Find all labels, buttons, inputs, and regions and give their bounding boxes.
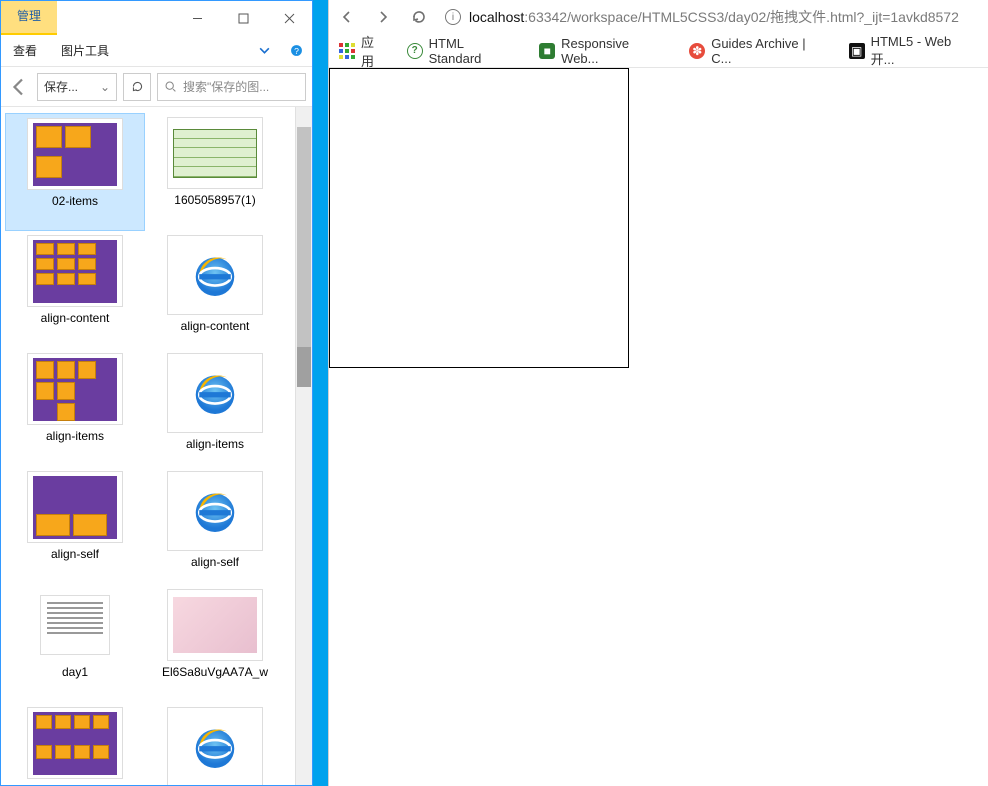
maximize-button[interactable]	[220, 1, 266, 35]
files-pane: 02-items 1605058957(1) align-content align-…	[1, 107, 312, 785]
reload-button[interactable]	[409, 7, 429, 27]
minimize-button[interactable]	[174, 1, 220, 35]
ribbon-tab-view[interactable]: 查看	[1, 42, 49, 59]
bookmark-html5-web[interactable]: ▣ HTML5 - Web 开...	[849, 34, 978, 68]
bookmark-html-standard[interactable]: HTML Standard	[407, 36, 520, 66]
file-item[interactable]: align-self	[145, 467, 285, 585]
file-thumbnail	[27, 118, 123, 190]
chevron-down-icon: ⌄	[100, 80, 110, 94]
nav-back-icon[interactable]	[7, 75, 31, 99]
file-item[interactable]: align-self	[5, 467, 145, 585]
file-item[interactable]: El6Sa8uVgAA7A_w	[145, 585, 285, 703]
file-item[interactable]: align-content	[5, 231, 145, 349]
chevron-down-icon[interactable]	[248, 35, 280, 67]
site-info-icon[interactable]: i	[445, 9, 461, 25]
bookmark-label: Responsive Web...	[561, 36, 669, 66]
address-bar: 保存... ⌄ 搜索"保存的图...	[1, 67, 312, 107]
file-thumbnail	[27, 353, 123, 425]
file-label: align-self	[191, 555, 239, 569]
bookmark-guides-archive[interactable]: ✽ Guides Archive | C...	[689, 36, 828, 66]
search-placeholder: 搜索"保存的图...	[183, 78, 269, 95]
ribbon-tab-picture-tools[interactable]: 图片工具	[49, 42, 121, 59]
breadcrumb[interactable]: 保存... ⌄	[37, 73, 117, 101]
scrollbar[interactable]	[295, 107, 312, 785]
url-bar[interactable]: i localhost:63342/workspace/HTML5CSS3/da…	[445, 7, 980, 27]
refresh-button[interactable]	[123, 73, 151, 101]
nav-back-button[interactable]	[337, 7, 357, 27]
ribbon: 查看 图片工具 ?	[1, 35, 312, 67]
file-item[interactable]: align-content	[145, 231, 285, 349]
favicon-icon: ▣	[849, 43, 865, 59]
tab-group: 管理	[1, 1, 57, 35]
file-label: El6Sa8uVgAA7A_w	[162, 665, 268, 679]
file-thumbnail	[27, 589, 123, 661]
file-thumbnail	[167, 589, 263, 661]
bookmark-label: Guides Archive | C...	[711, 36, 828, 66]
svg-text:?: ?	[294, 46, 299, 56]
search-icon	[164, 80, 177, 93]
favicon-icon: ■	[539, 43, 555, 59]
bookmark-label: HTML5 - Web 开...	[871, 34, 978, 68]
tab-manage[interactable]: 管理	[1, 1, 57, 35]
file-explorer-window: 管理 查看 图片工具 ? 保存... ⌄ 搜索"保存的图... 02-items…	[0, 0, 313, 786]
nav-forward-button[interactable]	[373, 7, 393, 27]
apps-icon	[339, 43, 355, 59]
file-label: align-items	[186, 437, 244, 451]
file-item[interactable]: align-items	[145, 349, 285, 467]
favicon-icon: ✽	[689, 43, 705, 59]
titlebar: 管理	[1, 1, 312, 35]
url-text: localhost:63342/workspace/HTML5CSS3/day0…	[469, 7, 959, 27]
bookmarks-bar: 应用 HTML Standard ■ Responsive Web... ✽ G…	[329, 34, 988, 68]
apps-label: 应用	[361, 32, 387, 70]
drop-zone[interactable]	[329, 68, 629, 368]
file-label: day1	[62, 665, 88, 679]
bookmark-responsive-web[interactable]: ■ Responsive Web...	[539, 36, 669, 66]
scrollbar-thumb-active[interactable]	[297, 347, 311, 387]
file-item[interactable]: 1605058957(1)	[145, 113, 285, 231]
file-label: align-self	[51, 547, 99, 561]
file-item[interactable]: flex-direction	[145, 703, 285, 785]
file-thumbnail	[167, 117, 263, 189]
bookmark-label: HTML Standard	[429, 36, 520, 66]
file-label: align-content	[41, 311, 110, 325]
search-input[interactable]: 搜索"保存的图...	[157, 73, 306, 101]
file-thumbnail	[167, 707, 263, 785]
file-item[interactable]: flex-direction	[5, 703, 145, 785]
breadcrumb-label: 保存...	[44, 78, 78, 95]
help-icon[interactable]: ?	[280, 35, 312, 67]
file-thumbnail	[167, 353, 263, 433]
file-item[interactable]: align-items	[5, 349, 145, 467]
browser-window: i localhost:63342/workspace/HTML5CSS3/da…	[328, 0, 988, 786]
file-thumbnail	[167, 471, 263, 551]
file-label: 02-items	[52, 194, 98, 208]
file-thumbnail	[27, 471, 123, 543]
browser-toolbar: i localhost:63342/workspace/HTML5CSS3/da…	[329, 0, 988, 34]
page-content	[329, 68, 988, 786]
close-button[interactable]	[266, 1, 312, 35]
apps-button[interactable]: 应用	[339, 32, 387, 70]
file-label: flex-direction	[41, 783, 109, 785]
file-label: align-items	[46, 429, 104, 443]
file-thumbnail	[27, 235, 123, 307]
whatwg-icon	[407, 43, 423, 59]
file-label: align-content	[181, 319, 250, 333]
file-item[interactable]: 02-items	[5, 113, 145, 231]
file-item[interactable]: day1	[5, 585, 145, 703]
file-thumbnail	[27, 707, 123, 779]
file-label: 1605058957(1)	[174, 193, 255, 207]
file-thumbnail	[167, 235, 263, 315]
files-grid[interactable]: 02-items 1605058957(1) align-content align-…	[1, 107, 312, 785]
window-controls	[174, 1, 312, 35]
